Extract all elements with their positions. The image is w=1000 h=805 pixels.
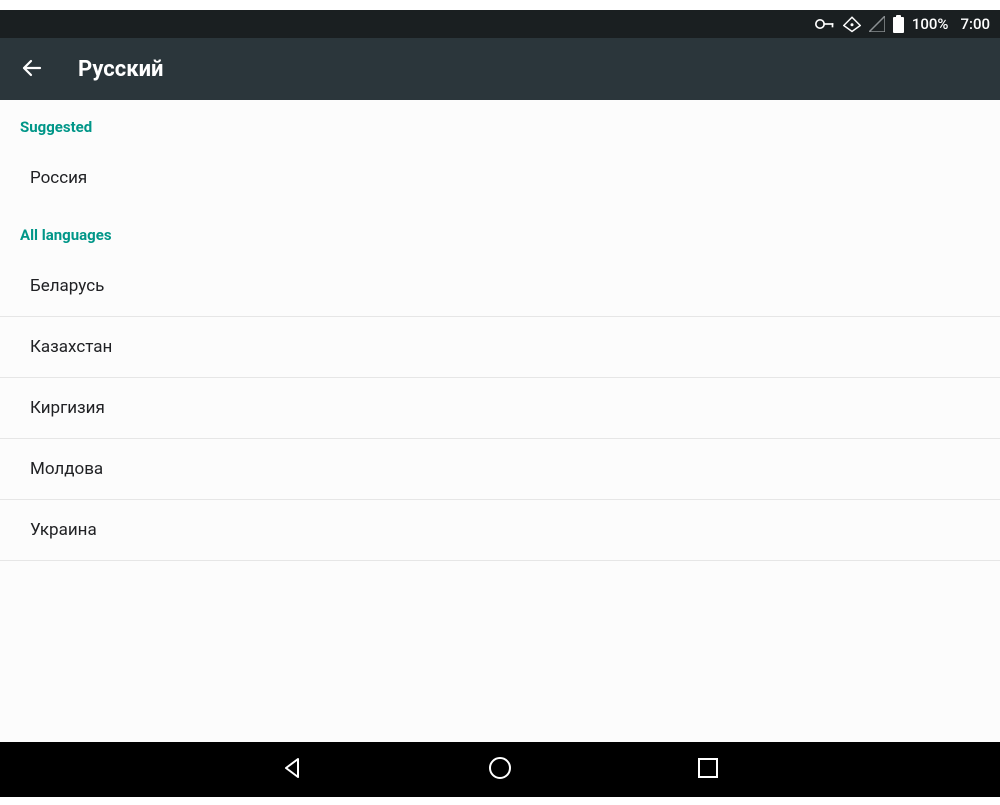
- nav-home-button[interactable]: [476, 746, 524, 794]
- screen-root: 100% 7:00 Русский Suggested Россия All l…: [0, 0, 1000, 805]
- nav-back-icon: [280, 756, 304, 783]
- list-item-moldova[interactable]: Молдова: [0, 438, 1000, 499]
- section-header-all: All languages: [0, 208, 1000, 256]
- arrow-back-icon: [20, 56, 44, 83]
- battery-icon: [893, 15, 904, 33]
- status-clock: 7:00: [960, 15, 990, 33]
- cell-signal-icon: [869, 16, 885, 32]
- vpn-key-icon: [815, 18, 835, 30]
- section-header-suggested: Suggested: [0, 100, 1000, 148]
- list-item-kyrgyzstan[interactable]: Киргизия: [0, 377, 1000, 438]
- letterbox-top: [0, 0, 1000, 10]
- back-button[interactable]: [8, 45, 56, 93]
- battery-percentage: 100%: [912, 15, 949, 33]
- list-item-ukraine[interactable]: Украина: [0, 499, 1000, 561]
- list-content[interactable]: Suggested Россия All languages Беларусь …: [0, 100, 1000, 742]
- nav-recent-button[interactable]: [684, 746, 732, 794]
- letterbox-bottom: [0, 797, 1000, 805]
- wifi-icon: [843, 15, 861, 33]
- action-bar: Русский: [0, 38, 1000, 100]
- page-title: Русский: [78, 57, 164, 82]
- list-item-kazakhstan[interactable]: Казахстан: [0, 316, 1000, 377]
- nav-recent-icon: [697, 757, 719, 782]
- list-item-belarus[interactable]: Беларусь: [0, 256, 1000, 316]
- status-bar: 100% 7:00: [0, 10, 1000, 38]
- nav-back-button[interactable]: [268, 746, 316, 794]
- list-item-russia[interactable]: Россия: [0, 148, 1000, 208]
- navigation-bar: [0, 742, 1000, 797]
- nav-home-icon: [487, 755, 513, 784]
